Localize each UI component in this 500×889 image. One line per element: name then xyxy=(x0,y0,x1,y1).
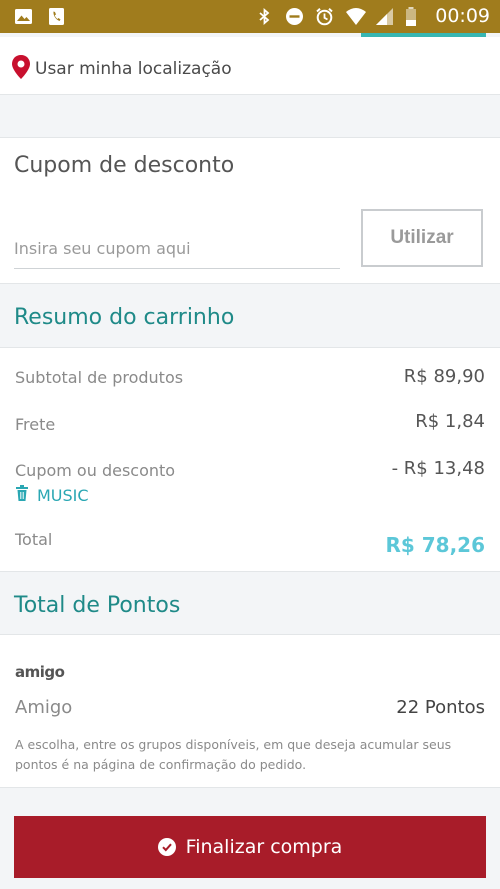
alarm-clock-icon xyxy=(315,7,334,26)
finalize-purchase-button[interactable]: Finalizar compra xyxy=(14,816,486,878)
shipping-value: R$ 1,84 xyxy=(415,411,485,432)
cart-summary-card: Subtotal de produtos R$ 89,90 Frete R$ 1… xyxy=(0,347,500,572)
subtotal-label: Subtotal de produtos xyxy=(15,368,184,387)
coupon-code: MUSIC xyxy=(37,485,89,505)
cart-summary-title: Resumo do carrinho xyxy=(14,305,235,330)
finalize-label: Finalizar compra xyxy=(185,836,343,858)
status-bar: 00:09 xyxy=(0,0,500,33)
amigo-logo: amigo xyxy=(15,663,65,681)
signal-icon xyxy=(375,7,394,26)
use-location-label: Usar minha localização xyxy=(35,59,232,79)
use-location-row[interactable]: Usar minha localização xyxy=(0,37,500,95)
subtotal-value: R$ 89,90 xyxy=(403,366,485,387)
points-note: A escolha, entre os grupos disponíveis, … xyxy=(15,737,452,772)
coupon-title: Cupom de desconto xyxy=(14,153,235,178)
coupon-input[interactable] xyxy=(14,228,340,269)
check-circle-icon xyxy=(157,838,176,856)
status-time: 00:09 xyxy=(435,5,490,27)
total-value: R$ 78,26 xyxy=(385,533,485,557)
wifi-icon xyxy=(345,7,367,26)
location-pin-icon xyxy=(11,55,31,84)
image-icon xyxy=(14,7,33,26)
battery-icon xyxy=(405,6,424,26)
applied-coupon[interactable]: MUSIC xyxy=(15,485,89,505)
do-not-disturb-icon xyxy=(285,7,304,26)
total-label: Total xyxy=(15,530,53,549)
trash-icon[interactable] xyxy=(15,485,29,505)
points-program-name: Amigo xyxy=(15,697,73,718)
coupon-card: Cupom de desconto Utilizar xyxy=(0,137,500,284)
points-title: Total de Pontos xyxy=(14,593,181,618)
discount-label: Cupom ou desconto xyxy=(15,461,176,480)
bluetooth-icon xyxy=(255,7,274,26)
discount-value: - R$ 13,48 xyxy=(391,458,485,479)
points-card: amigo Amigo 22 Pontos A escolha, entre o… xyxy=(0,634,500,788)
apply-coupon-button[interactable]: Utilizar xyxy=(361,209,483,267)
points-value: 22 Pontos xyxy=(396,697,485,718)
phone-call-icon xyxy=(47,7,66,26)
shipping-label: Frete xyxy=(15,415,56,434)
